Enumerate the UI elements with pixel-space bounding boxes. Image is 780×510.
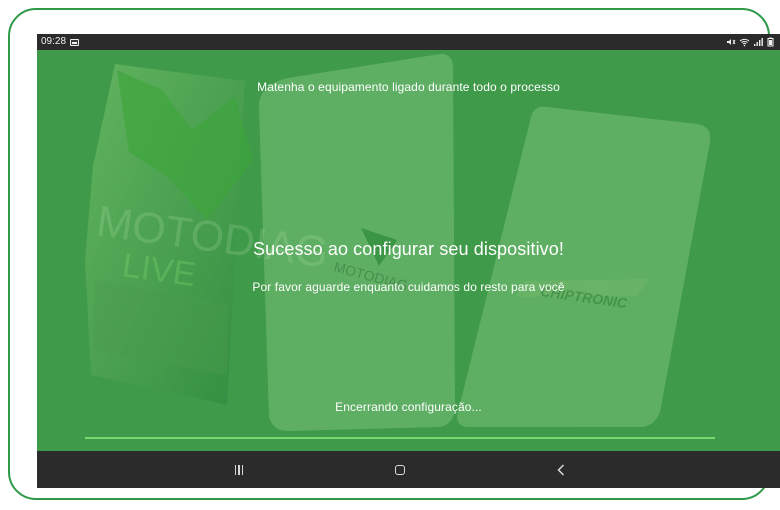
mute-icon bbox=[727, 39, 736, 45]
navigation-bar bbox=[37, 451, 780, 488]
wifi-icon bbox=[739, 38, 750, 47]
status-right-group bbox=[726, 34, 774, 50]
progress-bar bbox=[85, 437, 715, 439]
recent-apps-icon-line bbox=[234, 465, 237, 475]
configuration-screen: MOTODIAG LIVE MOTODIAG CHIPTRONIC Matenh… bbox=[37, 50, 780, 451]
signal-icon bbox=[754, 38, 763, 46]
back-button[interactable] bbox=[549, 458, 573, 482]
status-left-group: 09:28 bbox=[41, 34, 80, 50]
progress-fill bbox=[85, 437, 715, 439]
status-bar: 09:28 bbox=[37, 34, 780, 50]
gallery-icon bbox=[70, 38, 80, 46]
recent-apps-icon bbox=[234, 465, 244, 475]
status-time: 09:28 bbox=[41, 36, 67, 47]
recent-apps-icon-line bbox=[241, 465, 244, 475]
background-card-right bbox=[457, 106, 711, 427]
tablet-screen: 09:28 MOTODIAG LIVE MOTODIAG CHIPTRONIC … bbox=[37, 34, 780, 488]
wait-message: Por favor aguarde enquanto cuidamos do r… bbox=[252, 280, 565, 294]
closing-configuration-message: Encerrando configuração... bbox=[335, 400, 482, 414]
recent-apps-button[interactable] bbox=[227, 458, 251, 482]
success-message: Sucesso ao configurar seu dispositivo! bbox=[253, 239, 564, 259]
home-button[interactable] bbox=[388, 458, 412, 482]
keep-device-on-message: Matenha o equipamento ligado durante tod… bbox=[257, 80, 560, 94]
recent-apps-icon-line bbox=[238, 465, 240, 475]
battery-icon bbox=[767, 37, 774, 47]
back-icon bbox=[557, 464, 565, 476]
home-icon bbox=[395, 465, 405, 475]
